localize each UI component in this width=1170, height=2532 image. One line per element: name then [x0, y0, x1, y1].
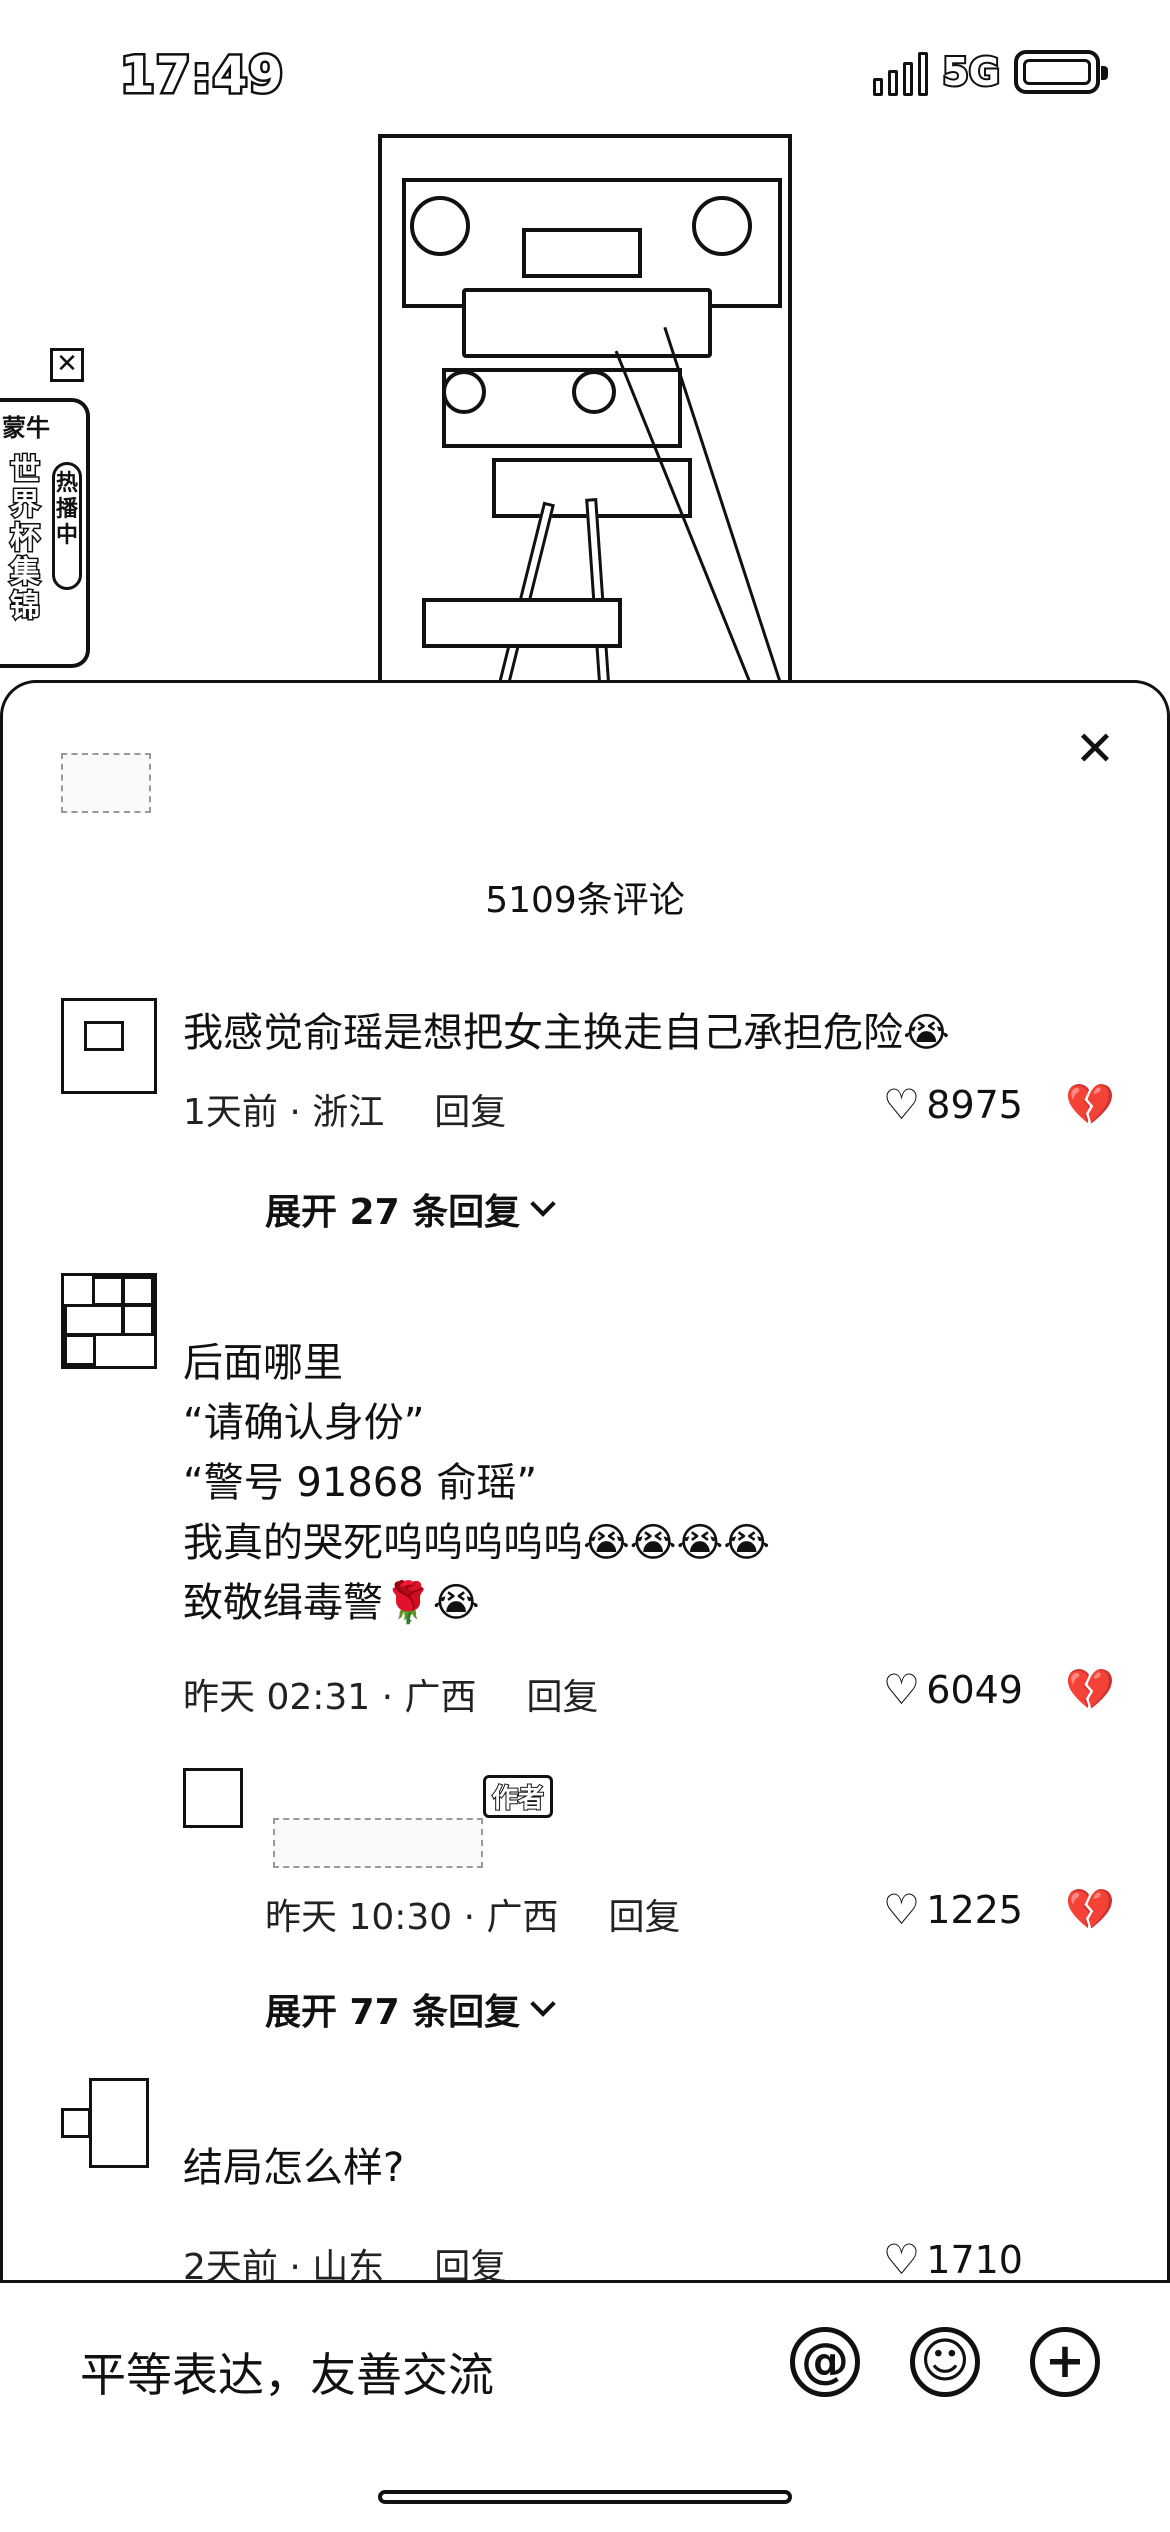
blurred-banner — [61, 753, 151, 813]
reply-button[interactable]: 回复 — [609, 1888, 681, 1940]
close-icon[interactable]: ✕ — [1073, 725, 1117, 773]
gantry-chevron — [462, 288, 712, 358]
home-indicator[interactable] — [378, 2490, 792, 2504]
network-label: 5G — [940, 48, 1002, 96]
heart-icon: ♡ — [882, 1665, 921, 1714]
signal-light-icon — [410, 196, 470, 256]
reply-meta: 昨天 10:30 · 广西 回复 — [265, 1888, 681, 1940]
avatar[interactable] — [61, 2078, 157, 2174]
ad-brand: 蒙牛 — [2, 414, 50, 442]
like-button[interactable]: ♡ 8975 — [883, 1083, 1023, 1127]
author-badge: 作者 — [483, 1775, 554, 1818]
cart — [422, 598, 622, 648]
comment-sheet: ✕ 5109条评论 我感觉俞瑶是想把女主换走自己承担危险😭 1天前 · 浙江 回… — [0, 680, 1170, 2532]
like-count: 1225 — [926, 1888, 1023, 1932]
signal-light-icon — [692, 196, 752, 256]
comment-time-location: 1天前 · 浙江 — [183, 1092, 385, 1133]
signal-icon — [873, 48, 929, 96]
signal-light-icon — [442, 370, 486, 414]
like-count: 1710 — [926, 2238, 1023, 2282]
ad-close-icon[interactable]: ✕ — [50, 348, 84, 382]
rail-right — [585, 497, 621, 690]
avatar[interactable] — [61, 998, 157, 1094]
video-player[interactable] — [378, 134, 792, 694]
reply-time-location: 昨天 10:30 · 广西 — [265, 1897, 559, 1938]
ad-badge: 热播中 — [52, 462, 82, 590]
battery-icon — [1014, 50, 1108, 94]
chevron-down-icon — [530, 1191, 556, 1217]
dislike-icon[interactable]: 💔 — [1065, 1670, 1115, 1710]
side-ad[interactable]: ✕ 蒙牛 世界杯集锦 热播中 — [0, 348, 96, 668]
reply-button[interactable]: 回复 — [527, 1668, 599, 1720]
like-count: 6049 — [926, 1668, 1023, 1712]
signal-light-icon — [572, 370, 616, 414]
status-time: 17:49 — [117, 44, 285, 107]
dislike-icon[interactable]: 💔 — [1065, 1890, 1115, 1930]
comment-text: 后面哪里 “请确认身份” “警号 91868 俞瑶” 我真的哭死呜呜呜呜呜😭😭😭… — [183, 1340, 770, 1626]
ad-banner[interactable]: 蒙牛 世界杯集锦 热播中 — [0, 398, 90, 668]
like-count: 8975 — [926, 1083, 1023, 1127]
like-button[interactable]: ♡ 6049 — [883, 1668, 1023, 1712]
like-button[interactable]: ♡ 1225 — [883, 1888, 1023, 1932]
reply-button[interactable]: 回复 — [434, 1083, 506, 1135]
avatar[interactable] — [61, 1273, 157, 1369]
expand-replies-label: 展开 77 条回复 — [265, 1992, 521, 2033]
comment-time-location: 昨天 02:31 · 广西 — [183, 1677, 477, 1718]
gantry-panel — [522, 228, 642, 278]
heart-icon: ♡ — [882, 2235, 921, 2284]
dislike-icon[interactable]: 💔 — [1065, 1085, 1115, 1125]
heart-icon: ♡ — [882, 1080, 921, 1129]
comment-input[interactable]: 平等表达，友善交流 — [80, 2339, 494, 2405]
ad-title: 世界杯集锦 — [9, 452, 42, 625]
author-avatar[interactable] — [183, 1768, 243, 1828]
comment-text: 结局怎么样? — [183, 2145, 405, 2191]
like-button[interactable]: ♡ 1710 — [883, 2238, 1023, 2282]
heart-icon: ♡ — [882, 1885, 921, 1934]
plus-icon[interactable]: + — [1030, 2327, 1100, 2397]
chevron-down-icon — [530, 1991, 556, 2017]
comment-count-title: 5109条评论 — [485, 880, 685, 921]
comment-meta: 1天前 · 浙江 回复 — [183, 1083, 506, 1135]
expand-replies-button[interactable]: 展开 27 条回复 — [265, 1183, 556, 1235]
status-icons: 5G — [873, 48, 1108, 96]
comment-text: 我感觉俞瑶是想把女主换走自己承担危险😭 — [183, 1010, 950, 1056]
at-icon[interactable]: @ — [790, 2327, 860, 2397]
comment-meta: 昨天 02:31 · 广西 回复 — [183, 1668, 599, 1720]
expand-replies-label: 展开 27 条回复 — [265, 1192, 521, 1233]
expand-replies-button[interactable]: 展开 77 条回复 — [265, 1983, 556, 2035]
wall-line — [614, 350, 753, 686]
blurred-reply-text — [273, 1818, 483, 1868]
emoji-icon[interactable]: ☺ — [910, 2327, 980, 2397]
